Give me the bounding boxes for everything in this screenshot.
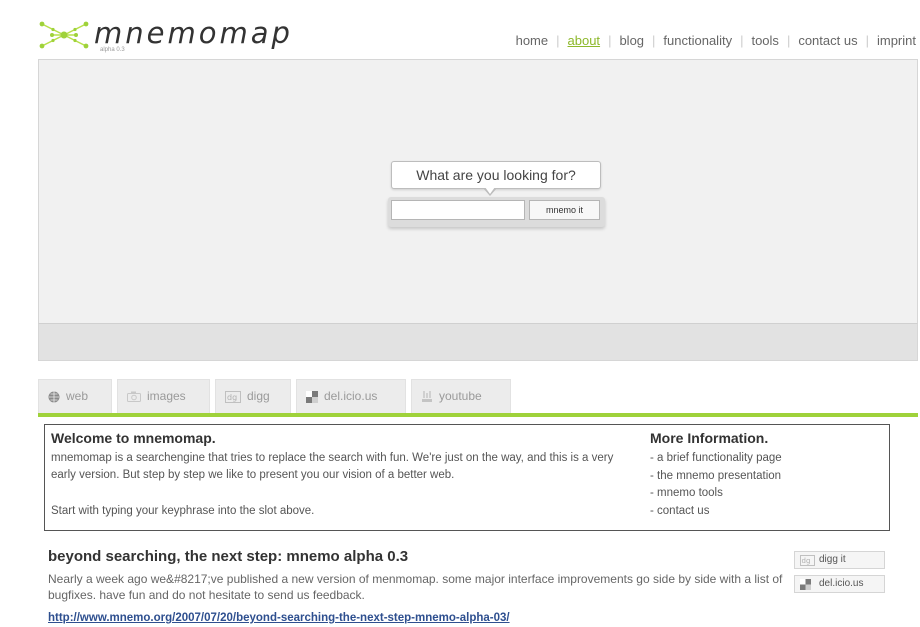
logo-mark-icon xyxy=(39,21,89,49)
search-input[interactable] xyxy=(391,200,525,220)
nav-separator: | xyxy=(652,33,656,48)
tab-images[interactable]: images xyxy=(117,379,210,413)
logo-text: mnemomap xyxy=(94,16,293,50)
mnemo-it-button[interactable]: mnemo it xyxy=(529,200,600,220)
digg-icon: dg xyxy=(800,555,815,566)
nav-imprint[interactable]: imprint xyxy=(877,33,916,48)
nav-home[interactable]: home xyxy=(516,33,549,48)
tab-label: digg xyxy=(247,389,270,403)
tab-underline xyxy=(38,413,918,417)
blog-post-title[interactable]: beyond searching, the next step: mnemo a… xyxy=(48,548,408,565)
nav-separator: | xyxy=(740,33,744,48)
nav-functionality[interactable]: functionality xyxy=(663,33,732,48)
nav-tools[interactable]: tools xyxy=(751,33,778,48)
nav-about[interactable]: about xyxy=(568,33,601,48)
logo[interactable]: mnemomap alpha 0.3 xyxy=(38,16,308,58)
link-mnemo-tools[interactable]: - mnemo tools xyxy=(650,485,782,503)
youtube-icon xyxy=(422,391,432,403)
digg-it-button[interactable]: dg digg it xyxy=(794,551,885,569)
link-functionality-page[interactable]: - a brief functionality page xyxy=(650,450,782,468)
tab-label: del.icio.us xyxy=(324,389,378,403)
search-stage-footer xyxy=(38,323,918,361)
camera-icon xyxy=(127,391,141,403)
tab-youtube[interactable]: youtube xyxy=(411,379,511,413)
blog-post-link[interactable]: http://www.mnemo.org/2007/07/20/beyond-s… xyxy=(48,612,510,624)
tab-digg[interactable]: dg digg xyxy=(215,379,291,413)
delicious-icon xyxy=(306,390,318,403)
nav-separator: | xyxy=(608,33,612,48)
welcome-start-text: Start with typing your keyphrase into th… xyxy=(51,505,315,517)
tab-label: images xyxy=(147,389,186,403)
top-navigation: home | about | blog | functionality | tools | cont… xyxy=(516,33,916,48)
svg-text:dg: dg xyxy=(227,393,237,402)
tab-delicious[interactable]: del.icio.us xyxy=(296,379,406,413)
tab-label: web xyxy=(66,389,89,403)
link-contact-us[interactable]: - contact us xyxy=(650,503,782,521)
welcome-text: mnemomap is a searchengine that tries to… xyxy=(51,452,614,481)
search-box: mnemo it xyxy=(388,197,605,227)
share-label: del.icio.us xyxy=(819,578,864,589)
welcome-title: Welcome to mnemomap. xyxy=(51,430,216,446)
nav-separator: | xyxy=(556,33,560,48)
bubble-tail-inner xyxy=(485,187,495,194)
blog-post-excerpt: Nearly a week ago we&#8217;ve published … xyxy=(48,572,783,602)
svg-text:dg: dg xyxy=(802,557,811,565)
delicious-icon xyxy=(800,579,811,590)
search-prompt-bubble: What are you looking for? xyxy=(391,161,601,189)
delicious-share-button[interactable]: del.icio.us xyxy=(794,575,885,593)
tab-label: youtube xyxy=(439,389,482,403)
nav-contact-us[interactable]: contact us xyxy=(798,33,857,48)
digg-icon: dg xyxy=(225,390,241,403)
nav-blog[interactable]: blog xyxy=(619,33,644,48)
nav-separator: | xyxy=(865,33,869,48)
version-label: alpha 0.3 xyxy=(100,47,125,53)
tab-web[interactable]: web xyxy=(38,379,112,413)
share-label: digg it xyxy=(819,554,846,565)
globe-icon xyxy=(48,391,60,403)
nav-separator: | xyxy=(786,33,791,48)
more-information-title: More Information. xyxy=(650,430,769,446)
more-information-list: - a brief functionality page - the mnemo… xyxy=(650,450,782,520)
link-mnemo-presentation[interactable]: - the mnemo presentation xyxy=(650,468,782,486)
